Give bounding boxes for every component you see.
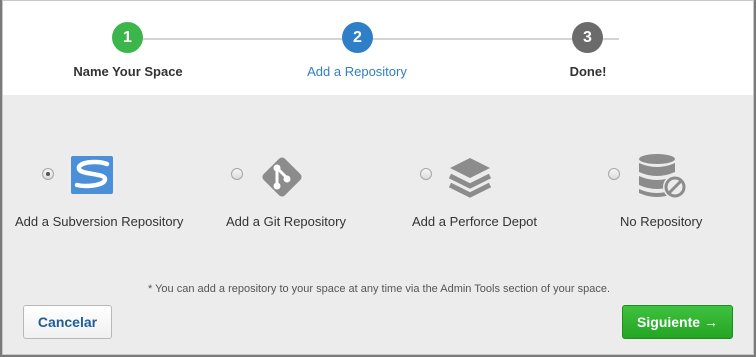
no-repository-label[interactable]: No Repository [620, 214, 702, 229]
git-radio[interactable] [231, 168, 243, 180]
perforce-icon [448, 156, 492, 203]
perforce-radio[interactable] [420, 168, 432, 180]
step-3-label: Done! [569, 64, 607, 79]
git-icon [257, 152, 307, 207]
subversion-icon [71, 156, 113, 199]
git-label[interactable]: Add a Git Repository [226, 214, 346, 229]
footnote: * You can add a repository to your space… [147, 283, 611, 295]
add-repository-dialog: 1 2 3 Name Your Space Add a Repository D… [2, 0, 754, 355]
cancel-button[interactable]: Cancelar [23, 305, 112, 339]
step-2-label: Add a Repository [307, 64, 407, 79]
step-1-circle: 1 [112, 22, 143, 53]
wizard-progress: 1 2 3 Name Your Space Add a Repository D… [3, 1, 753, 95]
progress-line [129, 38, 619, 40]
no-repository-icon [637, 153, 691, 208]
perforce-label[interactable]: Add a Perforce Depot [412, 214, 537, 229]
step-2-circle: 2 [342, 22, 373, 53]
next-button[interactable]: Siguiente → [622, 305, 733, 339]
subversion-radio[interactable] [42, 168, 54, 180]
step-3-circle: 3 [572, 22, 603, 53]
step-1-label: Name Your Space [73, 64, 183, 79]
no-repository-radio[interactable] [608, 168, 620, 180]
subversion-label[interactable]: Add a Subversion Repository [15, 214, 183, 229]
